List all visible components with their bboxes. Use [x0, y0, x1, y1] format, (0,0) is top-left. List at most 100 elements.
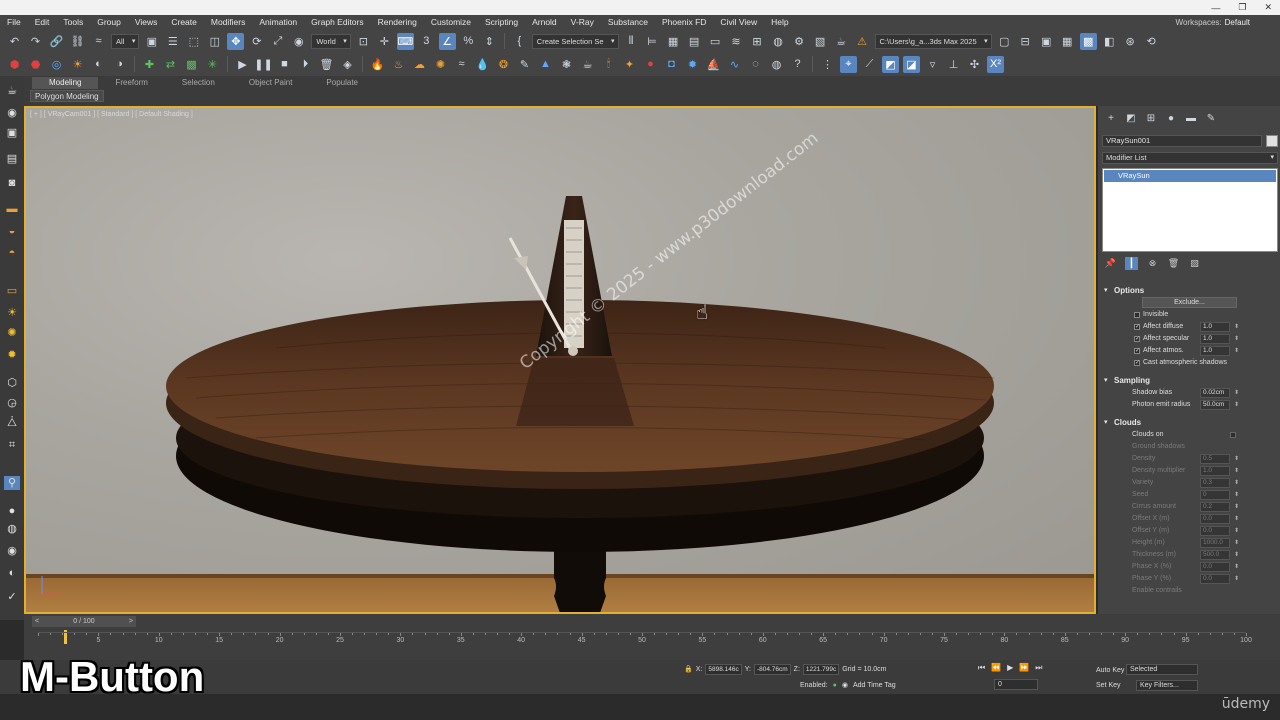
snap-bbox-icon[interactable]: ▿: [924, 56, 941, 73]
stop-icon[interactable]: ■: [276, 56, 293, 73]
key-filters-button[interactable]: Key Filters...: [1136, 680, 1198, 691]
snap-tangent-icon[interactable]: ✣: [966, 56, 983, 73]
create-sun-icon[interactable]: ☀: [4, 306, 20, 320]
shadow-bias-spinner[interactable]: 0.02cm: [1200, 388, 1239, 398]
vray-proxy-icon[interactable]: ✚: [141, 56, 158, 73]
modifier-list-dropdown[interactable]: Modifier List: [1102, 152, 1278, 164]
active-tool-icon[interactable]: ⚲: [4, 476, 20, 490]
snap-face-icon[interactable]: ◩: [882, 55, 899, 73]
affect-diffuse-checkbox[interactable]: ✓: [1134, 324, 1140, 330]
mirror-icon[interactable]: ⫴: [623, 33, 640, 50]
create-omni-icon[interactable]: ◒: [4, 224, 20, 238]
time-slider[interactable]: < 0 / 100 >: [32, 616, 136, 627]
track-bar[interactable]: 5 10 15 20 25 30 35 40 45 50 55 60 65 70 75 80 85 90 95 100: [38, 632, 1252, 650]
create-camera-icon[interactable]: ◙: [4, 176, 20, 190]
spinner-snap-icon[interactable]: ⇕: [481, 33, 498, 50]
vray-mtl-icon[interactable]: ⬣: [27, 56, 44, 73]
create-sphere-icon[interactable]: ◉: [4, 106, 20, 120]
selection-filter-dropdown[interactable]: All: [111, 33, 140, 49]
menu-views[interactable]: Views: [128, 15, 165, 30]
next-frame-icon[interactable]: ⏩: [1019, 663, 1029, 673]
z-coordinate-field[interactable]: 1221.799c: [802, 663, 840, 675]
tank-icon[interactable]: ◘: [663, 56, 680, 73]
snap-pivot-icon[interactable]: ◪: [903, 55, 920, 73]
workspaces-selector[interactable]: Workspaces: Default: [1176, 15, 1250, 30]
create-tube-icon[interactable]: ▤: [4, 152, 20, 166]
options-rollout-header[interactable]: Options: [1102, 284, 1274, 297]
create-spot-icon[interactable]: ◓: [4, 246, 20, 260]
ribbon-tab-populate[interactable]: Populate: [309, 77, 375, 89]
close-icon[interactable]: ✕: [1264, 2, 1272, 13]
menu-modifiers[interactable]: Modifiers: [204, 15, 252, 30]
y-coordinate-field[interactable]: -804.76cm: [753, 663, 791, 675]
remove-modifier-icon[interactable]: 🗑: [1167, 257, 1180, 270]
cloud-param-spinner[interactable]: 0.0: [1200, 562, 1239, 572]
sampling-rollout-header[interactable]: Sampling: [1102, 374, 1274, 387]
toggle-scene-explorer-icon[interactable]: ▦: [665, 33, 682, 50]
ocean-icon[interactable]: ≈: [453, 56, 470, 73]
vray-dome-icon[interactable]: ◐: [90, 56, 107, 73]
create-tab-icon[interactable]: +: [1104, 112, 1118, 126]
record-icon[interactable]: ●: [642, 56, 659, 73]
rotate-icon[interactable]: ⟳: [248, 33, 265, 50]
current-frame-field[interactable]: 0: [994, 679, 1038, 690]
named-selection-dropdown[interactable]: Create Selection Se: [531, 33, 619, 49]
motion-tab-icon[interactable]: ●: [1164, 112, 1178, 126]
render-warning-icon[interactable]: ⚠: [854, 33, 871, 50]
selection-lock-icon[interactable]: 🔒: [684, 665, 693, 673]
affect-diffuse-spinner[interactable]: 1.0: [1200, 322, 1239, 332]
menu-help[interactable]: Help: [764, 15, 795, 30]
liquid-icon[interactable]: 💧: [474, 56, 491, 73]
rendered-frame-window-icon[interactable]: ▧: [812, 33, 829, 50]
select-manipulate-icon[interactable]: ✛: [376, 33, 393, 50]
x-coordinate-field[interactable]: 5898.146c: [705, 663, 742, 675]
ribbon-tab-object-paint[interactable]: Object Paint: [232, 77, 310, 89]
clouds-on-checkbox[interactable]: [1230, 432, 1236, 438]
hierarchy-tab-icon[interactable]: ⊞: [1144, 112, 1158, 126]
fire-icon[interactable]: 🔥: [369, 56, 386, 73]
exclude-button[interactable]: Exclude...: [1142, 297, 1237, 308]
cloud-param-spinner[interactable]: 0.0: [1200, 574, 1239, 584]
light-tool-icon[interactable]: ◐: [4, 566, 20, 580]
menu-phoenix-fd[interactable]: Phoenix FD: [655, 15, 713, 30]
material-editor-icon[interactable]: ◍: [770, 33, 787, 50]
make-unique-icon[interactable]: ⊗: [1146, 257, 1159, 270]
set-key-button[interactable]: Set Key: [1096, 680, 1121, 691]
candle-icon[interactable]: 🕯: [600, 56, 617, 73]
cloud-param-spinner[interactable]: 500.0: [1200, 550, 1239, 560]
cloud-param-spinner[interactable]: 1.0: [1200, 466, 1239, 476]
undo-icon[interactable]: ↶: [6, 33, 23, 50]
time-next-icon[interactable]: >: [129, 616, 133, 627]
minimize-icon[interactable]: —: [1211, 3, 1220, 13]
perspective-viewport[interactable]: [ + ] [ VRayCam001 ] [ Standard ] [ Defa…: [24, 106, 1096, 614]
link-icon[interactable]: 🔗: [48, 33, 65, 50]
viewport-icon-a[interactable]: ▣: [1038, 33, 1055, 50]
ribbon-tab-freeform[interactable]: Freeform: [98, 77, 164, 89]
restore-icon[interactable]: ❐: [1238, 2, 1246, 13]
affect-specular-spinner[interactable]: 1.0: [1200, 334, 1239, 344]
move-icon[interactable]: ✥: [227, 32, 245, 50]
sync-icon[interactable]: ⟲: [1143, 33, 1160, 50]
toggle-ribbon-icon[interactable]: ▭: [707, 33, 724, 50]
affect-specular-checkbox[interactable]: ✓: [1134, 336, 1140, 342]
vray-scatter-icon[interactable]: ✳: [204, 56, 221, 73]
simulator-icon[interactable]: ▲: [537, 56, 554, 73]
step-icon[interactable]: ⏵: [297, 56, 314, 73]
menu-group[interactable]: Group: [90, 15, 128, 30]
safe-frame-icon[interactable]: ◧: [1101, 33, 1118, 50]
redo-icon[interactable]: ↷: [27, 33, 44, 50]
vray-plane-icon[interactable]: ▩: [183, 56, 200, 73]
select-object-icon[interactable]: ▣: [143, 33, 160, 50]
affect-atmos-spinner[interactable]: 1.0: [1200, 346, 1239, 356]
explosion-icon[interactable]: ✺: [432, 56, 449, 73]
utilities-tab-icon[interactable]: ✎: [1204, 112, 1218, 126]
photon-radius-spinner[interactable]: 50.0cm: [1200, 400, 1239, 410]
menu-rendering[interactable]: Rendering: [371, 15, 424, 30]
cloud-param-spinner[interactable]: 1000.0: [1200, 538, 1239, 548]
scale-icon[interactable]: ⤢: [269, 33, 286, 50]
vray-tool-icon[interactable]: ✓: [4, 590, 20, 604]
bind-spacewarp-icon[interactable]: ≈: [90, 33, 107, 50]
clouds-rollout-header[interactable]: Clouds: [1102, 416, 1274, 429]
show-end-result-icon[interactable]: ┃: [1125, 257, 1138, 270]
modify-tab-icon[interactable]: ◩: [1124, 112, 1138, 126]
